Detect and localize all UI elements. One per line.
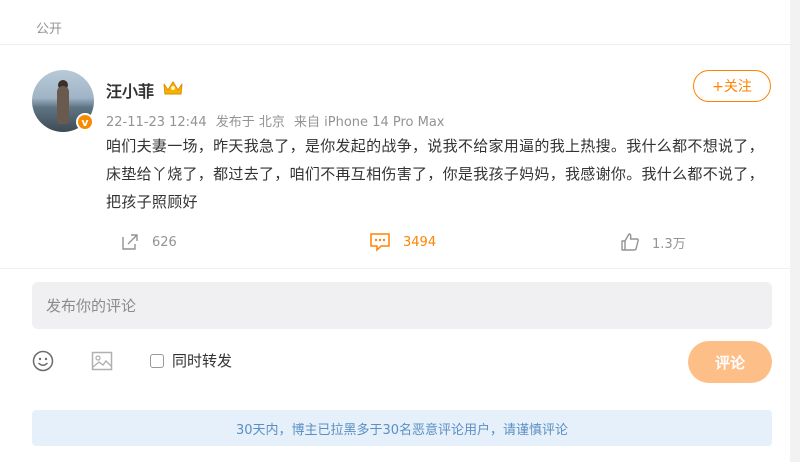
comment-icon (370, 233, 390, 252)
follow-button[interactable]: +关注 (693, 70, 771, 102)
repost-count: 626 (152, 234, 177, 250)
comment-notice: 30天内，博主已拉黑多于30名恶意评论用户，请谨慎评论 (32, 410, 772, 446)
avatar-figure (57, 86, 69, 124)
post-date[interactable]: 22-11-23 12:44 (106, 115, 207, 130)
post-actions: 626 3494 1.3万 (0, 232, 790, 258)
post-content: 咱们夫妻一场，昨天我急了，是你发起的战争，说我不给家用逼的我上热搜。我什么都不想… (106, 137, 764, 211)
comment-count: 3494 (403, 234, 437, 250)
post-card: 公开 v 汪小菲 22-11-23 12:44 发布于 北京 来自 iPhone… (0, 0, 790, 462)
divider (0, 44, 790, 45)
repost-action[interactable]: 626 (120, 232, 177, 252)
comment-action[interactable]: 3494 (369, 232, 436, 252)
author-name[interactable]: 汪小菲 (106, 78, 154, 102)
image-icon (91, 351, 113, 371)
page-gutter (790, 0, 800, 462)
repost-icon (122, 234, 138, 250)
like-action[interactable]: 1.3万 (620, 232, 686, 252)
repost-checkbox-label: 同时转发 (172, 352, 233, 370)
divider (0, 268, 790, 269)
emoji-button[interactable] (32, 350, 54, 376)
post-source: 来自 iPhone 14 Pro Max (294, 115, 445, 130)
like-count: 1.3万 (652, 236, 686, 252)
visibility-label: 公开 (36, 22, 63, 37)
submit-comment-button[interactable]: 评论 (688, 341, 772, 383)
comment-input[interactable] (32, 282, 772, 329)
crown-icon (163, 81, 183, 95)
post-location: 发布于 北京 (215, 115, 285, 130)
image-button[interactable] (91, 350, 113, 376)
checkbox-box[interactable] (150, 353, 164, 368)
emoji-icon (32, 350, 54, 372)
repost-checkbox[interactable]: 同时转发 (150, 350, 232, 371)
post-meta: 22-11-23 12:44 发布于 北京 来自 iPhone 14 Pro M… (106, 111, 449, 130)
thumbs-up-icon (621, 233, 639, 251)
verified-badge-icon: v (76, 113, 94, 131)
